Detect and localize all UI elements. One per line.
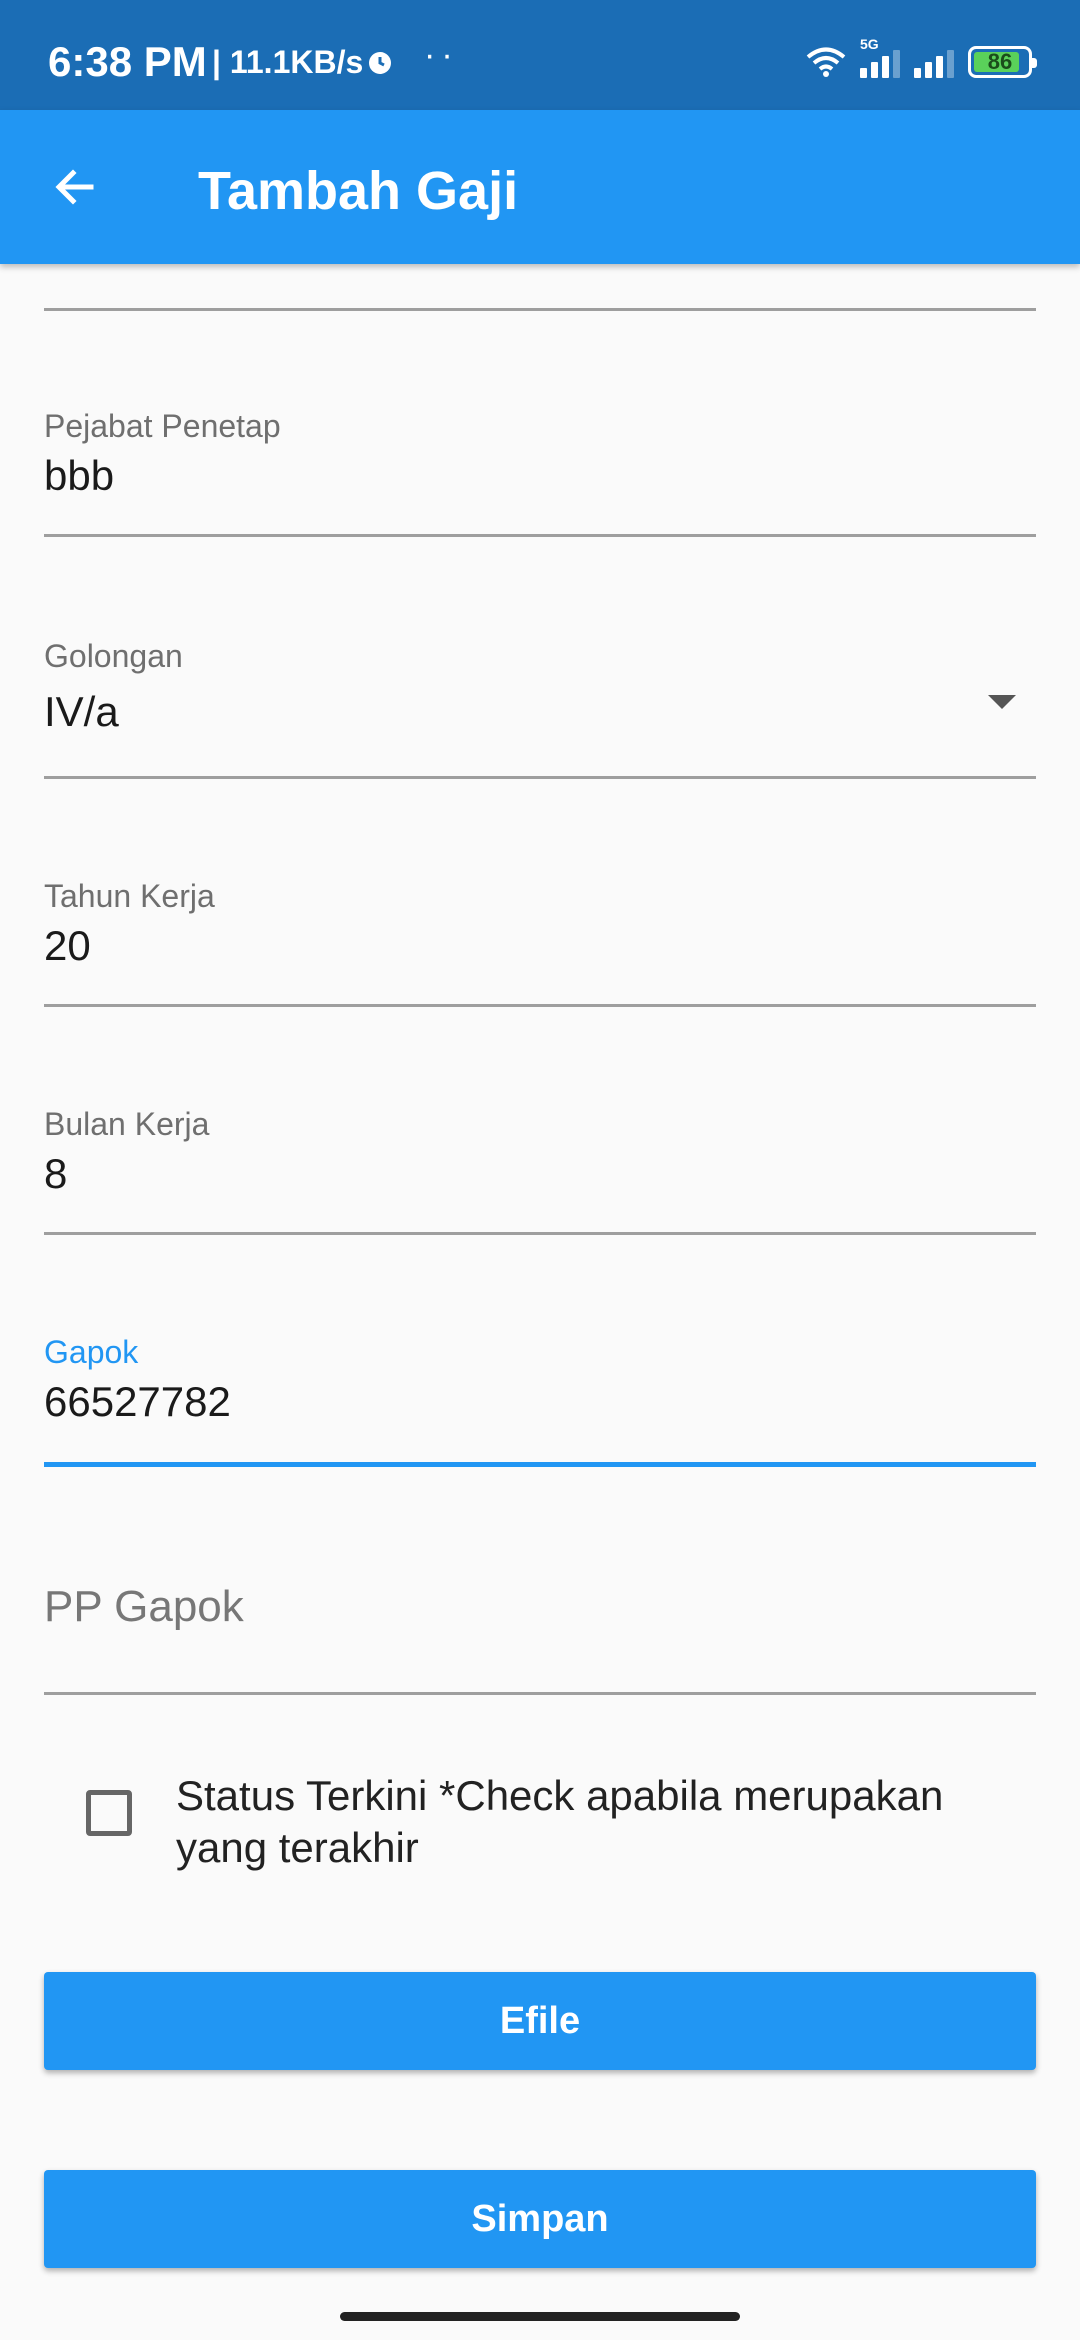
app-bar: Tambah Gaji [0,110,1080,264]
battery-level: 86 [987,49,1013,74]
home-indicator[interactable] [340,2312,740,2321]
status-right-icons: 5G 86 [806,36,1037,82]
signal-icon [914,46,954,78]
gapok-label: Gapok [44,1334,139,1370]
tahun-kerja-field[interactable]: Tahun Kerja 20 [44,850,1036,1007]
gapok-field[interactable]: Gapok 66527782 [44,1306,1036,1467]
bulan-kerja-label: Bulan Kerja [44,1106,210,1142]
pp-gapok-placeholder: PP Gapok [44,1582,244,1631]
efile-button[interactable]: Efile [44,1972,1036,2070]
pejabat-penetap-label: Pejabat Penetap [44,408,281,444]
status-network-speed: | 11.1KB/s [212,44,364,80]
network-type-label: 5G [860,36,879,52]
pp-gapok-field[interactable]: PP Gapok [44,1540,1036,1695]
previous-field[interactable] [44,264,1036,311]
pejabat-penetap-field[interactable]: Pejabat Penetap bbb [44,380,1036,537]
bulan-kerja-value: 8 [44,1150,68,1197]
tahun-kerja-label: Tahun Kerja [44,878,215,914]
simpan-button[interactable]: Simpan [44,2170,1036,2268]
status-terkini-checkbox[interactable] [86,1790,132,1836]
back-button[interactable] [40,152,110,222]
golongan-label: Golongan [44,638,183,674]
status-terkini-label: Status Terkini *Check apabila merupakan … [176,1772,944,1871]
arrow-left-icon [55,169,94,205]
golongan-value: IV/a [44,688,119,735]
status-bar: 6:38 PM | 11.1KB/s ·· 5G 86 [0,0,1080,110]
golongan-dropdown[interactable]: Golongan IV/a [44,610,1036,779]
pejabat-penetap-value: bbb [44,452,115,499]
page-title: Tambah Gaji [198,161,519,221]
alarm-icon [369,52,391,74]
bulan-kerja-field[interactable]: Bulan Kerja 8 [44,1078,1036,1235]
battery-icon: 86 [968,46,1037,78]
gapok-value: 66527782 [44,1378,231,1425]
notification-dots: ·· [424,36,459,74]
tahun-kerja-value: 20 [44,922,91,969]
dropdown-arrow-icon [988,695,1016,709]
status-terkini-row[interactable]: Status Terkini *Check apabila merupakan … [44,1770,1036,1890]
wifi-icon [806,47,846,77]
status-time: 6:38 PM [48,38,207,85]
